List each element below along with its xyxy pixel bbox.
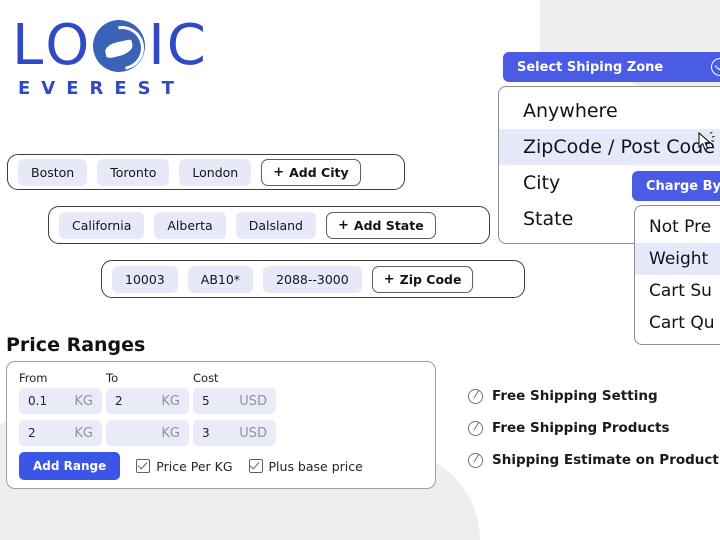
shipping-zone-dropdown-header[interactable]: Select Shiping Zone (503, 52, 720, 82)
chip-state-2[interactable]: Dalsland (235, 211, 316, 239)
logo-letter-o: O (45, 13, 91, 78)
price-ranges-header-row: From To Cost (19, 371, 423, 385)
charge-by-option-not-present[interactable]: Not Pre (635, 211, 720, 243)
logo-wordmark: L O I C (12, 18, 207, 74)
plus-icon: + (383, 271, 395, 287)
price-ranges-footer: Add Range Price Per KG Plus base price (19, 452, 423, 480)
range-0-from-unit: KG (74, 393, 93, 409)
price-range-row: 2 KG KG 3 USD (19, 420, 423, 446)
logo-tagline: EVEREST (18, 78, 185, 99)
zip-chip-row: 10003 AB10* 2088--3000 + Zip Code (101, 260, 525, 298)
feature-item-free-shipping-setting: Free Shipping Setting (468, 388, 720, 404)
chip-state-1[interactable]: Alberta (154, 211, 226, 239)
option-label: Anywhere (523, 100, 618, 122)
range-1-cost-unit: USD (239, 425, 267, 441)
add-city-button[interactable]: + Add City (261, 158, 361, 186)
logo-letter-l: L (12, 13, 45, 78)
circle-check-icon (468, 388, 483, 404)
charge-by-dropdown-label: Charge By (646, 178, 720, 194)
feature-label: Free Shipping Products (492, 420, 670, 436)
chip-zip-0[interactable]: 10003 (112, 265, 178, 293)
decor-shape-top-right-2 (540, 0, 720, 52)
feature-item-shipping-estimate: Shipping Estimate on Product & (468, 452, 720, 468)
app-root: L O I C EVEREST Boston Toronto London + … (0, 0, 720, 540)
shipping-zone-option-anywhere[interactable]: Anywhere (499, 93, 720, 129)
city-chip-row: Boston Toronto London + Add City (7, 154, 405, 190)
globe-icon (93, 20, 146, 72)
add-zip-code-button[interactable]: + Zip Code (371, 265, 474, 293)
logo: L O I C EVEREST (12, 18, 207, 100)
add-city-label: Add City (289, 164, 349, 180)
plus-icon: + (273, 164, 285, 180)
option-label: Not Pre (649, 217, 712, 237)
charge-by-option-cart-quantity[interactable]: Cart Qu (635, 307, 720, 339)
chevron-down-circle-icon (711, 58, 720, 76)
range-0-from-value: 0.1 (28, 394, 48, 408)
column-header-cost: Cost (193, 371, 219, 385)
checkbox-icon (248, 459, 263, 473)
circle-check-icon (468, 420, 483, 436)
shipping-zone-dropdown-label: Select Shiping Zone (517, 59, 664, 75)
logo-letter-c: C (166, 13, 207, 78)
chip-city-2[interactable]: London (179, 158, 252, 186)
option-label: ZipCode / Post Code (523, 136, 715, 158)
feature-label: Shipping Estimate on Product & (492, 452, 720, 468)
plus-base-price-label: Plus base price (268, 458, 363, 474)
price-per-kg-checkbox[interactable]: Price Per KG (136, 458, 233, 474)
add-state-label: Add State (353, 217, 424, 233)
range-0-to-value: 2 (115, 394, 123, 408)
feature-item-free-shipping-products: Free Shipping Products (468, 420, 720, 436)
charge-by-dropdown-list: Not Pre Weight Cart Su Cart Qu (634, 205, 720, 345)
range-1-from-unit: KG (74, 425, 93, 441)
chip-city-1[interactable]: Toronto (97, 158, 170, 186)
range-0-to-input[interactable]: 2 KG (106, 388, 189, 414)
column-header-from: From (19, 371, 48, 385)
range-1-cost-input[interactable]: 3 USD (193, 420, 276, 446)
option-label: Cart Su (649, 281, 712, 301)
price-range-row: 0.1 KG 2 KG 5 USD (19, 388, 423, 414)
feature-checklist: Free Shipping Setting Free Shipping Prod… (468, 388, 720, 484)
circle-check-icon (468, 452, 483, 468)
range-1-to-unit: KG (161, 425, 180, 441)
price-ranges-title: Price Ranges (6, 334, 146, 356)
chip-state-0[interactable]: California (59, 211, 145, 239)
add-zip-code-label: Zip Code (399, 271, 462, 287)
charge-by-option-cart-subtotal[interactable]: Cart Su (635, 275, 720, 307)
add-state-button[interactable]: + Add State (325, 211, 436, 239)
plus-icon: + (337, 217, 349, 233)
range-0-to-unit: KG (161, 393, 180, 409)
range-0-cost-input[interactable]: 5 USD (193, 388, 276, 414)
charge-by-dropdown-header[interactable]: Charge By (632, 171, 720, 201)
logo-letter-i: I (148, 13, 166, 78)
price-ranges-panel: From To Cost 0.1 KG 2 KG 5 USD 2 KG KG 3… (6, 361, 436, 489)
range-0-cost-unit: USD (239, 393, 267, 409)
option-label: Weight (649, 249, 709, 269)
mouse-cursor-icon (698, 132, 715, 151)
chip-city-0[interactable]: Boston (18, 158, 88, 186)
option-label: State (523, 208, 574, 230)
plus-base-price-checkbox[interactable]: Plus base price (248, 458, 363, 474)
range-1-cost-value: 3 (202, 426, 210, 440)
price-per-kg-label: Price Per KG (156, 458, 233, 474)
option-label: Cart Qu (649, 313, 715, 333)
feature-label: Free Shipping Setting (492, 388, 658, 404)
checkbox-icon (136, 459, 151, 473)
add-range-button[interactable]: Add Range (19, 452, 121, 480)
range-0-from-input[interactable]: 0.1 KG (19, 388, 102, 414)
shipping-zone-option-zipcode[interactable]: ZipCode / Post Code (499, 129, 720, 165)
range-1-from-value: 2 (28, 426, 36, 440)
option-label: City (523, 172, 561, 194)
range-1-from-input[interactable]: 2 KG (19, 420, 102, 446)
range-0-cost-value: 5 (202, 394, 210, 408)
range-1-to-input[interactable]: KG (106, 420, 189, 446)
column-header-to: To (106, 371, 119, 385)
chip-zip-2[interactable]: 2088--3000 (263, 265, 362, 293)
charge-by-option-weight[interactable]: Weight (635, 243, 720, 275)
state-chip-row: California Alberta Dalsland + Add State (48, 206, 490, 244)
chip-zip-1[interactable]: AB10* (187, 265, 254, 293)
